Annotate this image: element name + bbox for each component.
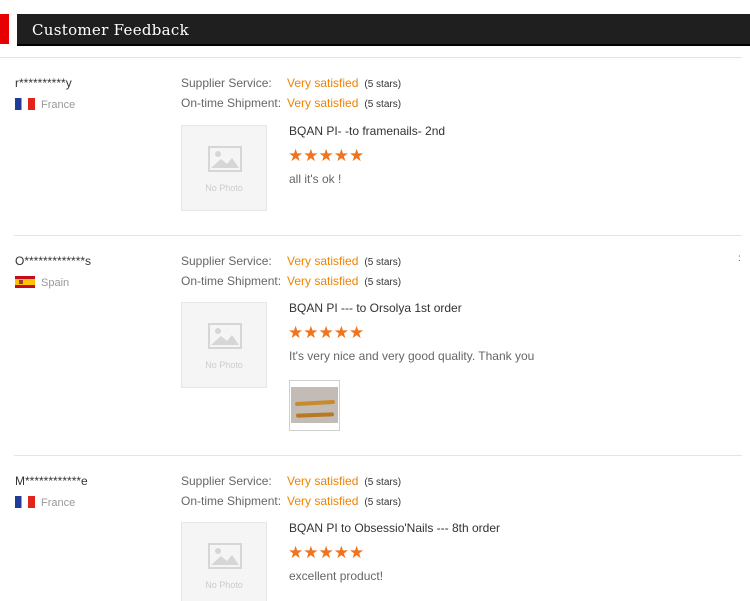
reviewer-country: France [15, 98, 75, 111]
star-rating: ★★★★★ [288, 543, 365, 562]
supplier-service-rating: Supplier Service: Very satisfied (5 stars) [181, 76, 401, 90]
image-placeholder-icon [208, 543, 242, 569]
supplier-service-rating: Supplier Service: Very satisfied (5 stars) [181, 254, 401, 268]
spain-flag-icon [15, 276, 35, 288]
country-name: France [41, 497, 76, 509]
shipment-value: Very satisfied [287, 494, 359, 508]
france-flag-icon [15, 496, 35, 508]
product-photo-placeholder[interactable]: No Photo [181, 302, 267, 388]
supplier-service-value: Very satisfied [287, 254, 359, 268]
review-comment: It's very nice and very good quality. Th… [289, 349, 535, 363]
star-rating: ★★★★★ [288, 323, 365, 342]
shipment-label: On-time Shipment: [181, 274, 282, 288]
shipment-stars: (5 stars) [364, 99, 402, 110]
reviewer-country: France [15, 496, 75, 509]
product-photo-placeholder[interactable]: No Photo [181, 125, 267, 211]
star-rating: ★★★★★ [288, 146, 365, 165]
product-link[interactable]: BQAN PI- -to framenails- 2nd [289, 124, 445, 138]
image-placeholder-icon [208, 323, 242, 349]
supplier-service-stars: (5 stars) [364, 257, 402, 268]
brush-shape [295, 412, 335, 418]
country-name: France [41, 99, 76, 111]
shipment-value: Very satisfied [287, 274, 359, 288]
supplier-service-label: Supplier Service: [181, 474, 272, 488]
reviewer-country: Spain [15, 276, 69, 289]
header-bar: Customer Feedback [17, 14, 750, 46]
no-photo-label: No Photo [205, 580, 243, 590]
supplier-service-value: Very satisfied [287, 474, 359, 488]
shipment-label: On-time Shipment: [181, 494, 282, 508]
review-comment: excellent product! [289, 569, 384, 583]
supplier-service-value: Very satisfied [287, 76, 359, 90]
supplier-service-rating: Supplier Service: Very satisfied (5 stars) [181, 474, 401, 488]
review-photo [291, 387, 338, 423]
supplier-service-label: Supplier Service: [181, 76, 272, 90]
review-comment: all it's ok ! [289, 172, 342, 186]
shipment-stars: (5 stars) [364, 497, 402, 508]
product-link[interactable]: BQAN PI to Obsessio'Nails --- 8th order [289, 521, 500, 535]
shipment-label: On-time Shipment: [181, 96, 282, 110]
shipment-value: Very satisfied [287, 96, 359, 110]
image-placeholder-icon [208, 146, 242, 172]
feedback-header: Customer Feedback [0, 14, 750, 46]
no-photo-label: No Photo [205, 183, 243, 193]
supplier-service-stars: (5 stars) [364, 477, 402, 488]
supplier-service-stars: (5 stars) [364, 79, 402, 90]
reviewer-name: M************e [15, 474, 88, 488]
product-photo-placeholder[interactable]: No Photo [181, 522, 267, 601]
review-item: M************e France Supplier Service: V… [0, 456, 742, 601]
supplier-service-label: Supplier Service: [181, 254, 272, 268]
header-title: Customer Feedback [32, 21, 190, 39]
edge-mark: : [738, 253, 741, 264]
brush-shape [294, 399, 336, 407]
reviewer-name: r**********y [15, 76, 72, 90]
france-flag-icon [15, 98, 35, 110]
country-name: Spain [41, 277, 70, 289]
header-red-accent [0, 14, 9, 44]
shipment-rating: On-time Shipment: Very satisfied (5 stars) [181, 274, 401, 288]
shipment-rating: On-time Shipment: Very satisfied (5 stars) [181, 494, 401, 508]
shipment-stars: (5 stars) [364, 277, 402, 288]
reviewer-name: O*************s [15, 254, 92, 268]
shipment-rating: On-time Shipment: Very satisfied (5 stars) [181, 96, 401, 110]
product-link[interactable]: BQAN PI --- to Orsolya 1st order [289, 301, 462, 315]
review-item: O*************s Spain Supplier Service: V… [0, 236, 742, 456]
review-photo-thumbnail[interactable] [289, 380, 340, 431]
review-item: r**********y France Supplier Service: Ver… [0, 58, 742, 236]
no-photo-label: No Photo [205, 360, 243, 370]
